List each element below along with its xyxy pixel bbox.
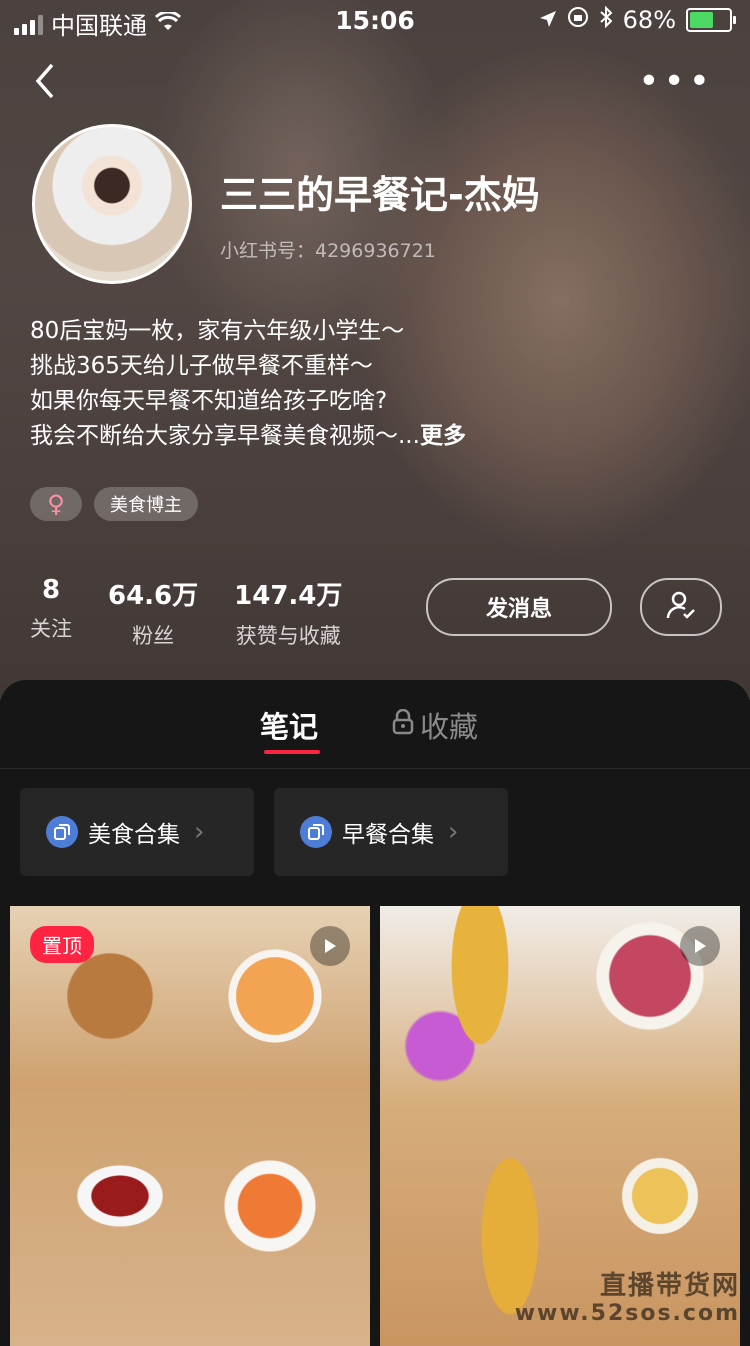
tag-food-blogger[interactable]: 美食博主 xyxy=(94,487,198,521)
collection-food[interactable]: 美食合集 › xyxy=(20,788,254,876)
bio-line: 80后宝妈一枚，家有六年级小学生～ xyxy=(30,318,405,344)
stat-label: 关注 xyxy=(30,617,72,641)
rotation-lock-icon xyxy=(567,6,589,34)
collection-label: 早餐合集 xyxy=(342,822,434,848)
battery-percent: 68% xyxy=(622,6,676,34)
location-icon xyxy=(539,6,557,34)
chevron-right-icon: › xyxy=(448,817,459,847)
bio-more-link[interactable]: 更多 xyxy=(420,423,466,449)
gender-female-icon: ♀ xyxy=(30,487,82,521)
chevron-right-icon: › xyxy=(194,817,205,847)
watermark-line: www.52sos.com xyxy=(514,1301,740,1326)
more-options-icon[interactable]: ••• xyxy=(638,60,714,104)
bio[interactable]: 80后宝妈一枚，家有六年级小学生～ 挑战365天给儿子做早餐不重样～ 如果你每天… xyxy=(30,314,466,454)
stat-value: 147.4万 xyxy=(234,581,343,611)
watermark-line: 直播带货网 xyxy=(599,1271,740,1301)
lock-icon xyxy=(392,708,414,742)
tags: ♀ 美食博主 xyxy=(30,487,198,521)
stat-followers[interactable]: 64.6万 粉丝 xyxy=(108,575,198,650)
user-check-icon xyxy=(666,590,696,624)
tab-notes[interactable]: 笔记 xyxy=(260,704,318,746)
stat-label: 获赞与收藏 xyxy=(235,624,341,648)
play-icon xyxy=(310,926,350,966)
watermark: 直播带货网 www.52sos.com xyxy=(515,1272,740,1328)
back-icon[interactable] xyxy=(32,60,56,110)
stat-value: 64.6万 xyxy=(108,581,199,611)
battery-icon xyxy=(686,8,736,32)
bio-line: 挑战365天给儿子做早餐不重样～ xyxy=(30,353,373,379)
play-icon xyxy=(680,926,720,966)
bio-line: 如果你每天早餐不知道给孩子吃啥? xyxy=(30,388,388,414)
bio-line: 我会不断给大家分享早餐美食视频～... xyxy=(30,423,420,449)
stat-following[interactable]: 8 关注 xyxy=(30,575,72,650)
note-card[interactable]: 置顶 xyxy=(10,906,370,1346)
red-id: 小红书号：4296936721 xyxy=(220,240,436,262)
collections: 美食合集 › 早餐合集 › xyxy=(20,788,508,876)
collection-label: 美食合集 xyxy=(88,822,180,848)
avatar[interactable] xyxy=(32,124,192,284)
collection-icon xyxy=(46,816,78,848)
followed-user-button[interactable] xyxy=(640,578,722,636)
stat-likes-and-saves[interactable]: 147.4万 获赞与收藏 xyxy=(234,575,342,650)
collection-breakfast[interactable]: 早餐合集 › xyxy=(274,788,508,876)
bluetooth-icon xyxy=(599,5,613,34)
stat-label: 粉丝 xyxy=(132,624,175,648)
active-tab-indicator xyxy=(264,750,320,754)
tab-favorites[interactable]: 收藏 xyxy=(392,704,478,746)
stat-value: 8 xyxy=(41,575,61,605)
tab-favorites-label: 收藏 xyxy=(420,710,479,744)
status-bar: 中国联通 15:06 68% xyxy=(0,0,750,40)
collection-icon xyxy=(300,816,332,848)
tab-bar: 笔记 收藏 xyxy=(0,680,750,769)
profile-name: 三三的早餐记-杰妈 xyxy=(220,173,540,217)
pinned-badge: 置顶 xyxy=(30,926,94,963)
top-nav: ••• xyxy=(0,60,750,110)
stats: 8 关注 64.6万 粉丝 147.4万 获赞与收藏 xyxy=(30,575,342,650)
content-panel: 笔记 收藏 美食合集 › 早餐合集 › 置顶 xyxy=(0,680,750,1346)
send-message-button[interactable]: 发消息 xyxy=(426,578,612,636)
